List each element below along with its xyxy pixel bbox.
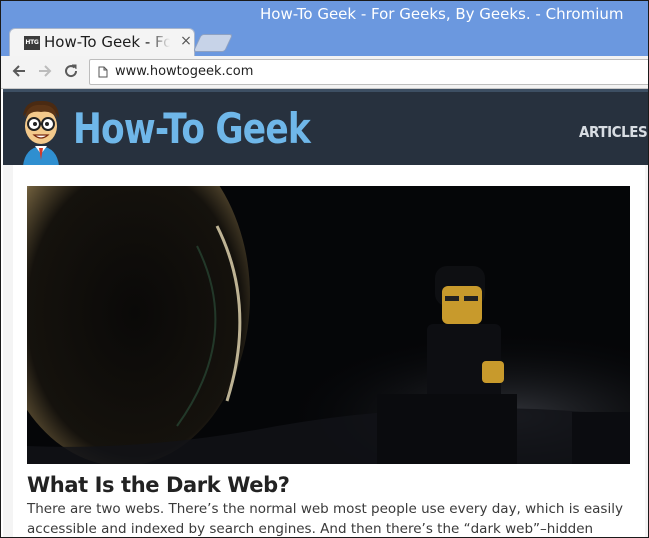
- arrow-left-icon[interactable]: [10, 62, 28, 80]
- page-icon: [98, 66, 108, 78]
- reload-icon[interactable]: [62, 62, 80, 80]
- tab-howtogeek[interactable]: HTG How-To Geek - For Geeks, By Geeks. ×: [9, 28, 195, 56]
- address-bar[interactable]: www.howtogeek.com: [89, 59, 648, 85]
- article-excerpt: There are two webs. There’s the normal w…: [27, 501, 623, 537]
- url-text: www.howtogeek.com: [115, 64, 254, 79]
- geek-mascot-icon[interactable]: [13, 96, 69, 166]
- article-card: What Is the Dark Web? There are two webs…: [13, 165, 645, 537]
- window-title: How-To Geek - For Geeks, By Geeks. - Chr…: [260, 5, 624, 23]
- site-header: How-To Geek ARTICLES⌄: [3, 89, 648, 166]
- nav-articles-menu[interactable]: ARTICLES⌄: [579, 123, 648, 141]
- tab-strip: HTG How-To Geek - For Geeks, By Geeks. ×: [1, 28, 648, 56]
- arrow-right-icon[interactable]: [36, 62, 54, 80]
- new-tab-button[interactable]: [192, 34, 234, 52]
- article-hero-image[interactable]: [27, 186, 630, 464]
- tab-title: How-To Geek - For Geeks, By Geeks.: [44, 33, 170, 51]
- title-bar: How-To Geek - For Geeks, By Geeks. - Chr…: [1, 1, 648, 28]
- site-logo-text[interactable]: How-To Geek: [73, 104, 311, 153]
- favicon-icon: HTG: [24, 36, 40, 50]
- toolbar: www.howtogeek.com: [1, 56, 648, 89]
- page-content: What Is the Dark Web? There are two webs…: [3, 165, 648, 537]
- nav-articles-label: ARTICLES: [579, 123, 648, 141]
- article-title[interactable]: What Is the Dark Web?: [27, 473, 290, 497]
- browser-window: How-To Geek - For Geeks, By Geeks. - Chr…: [0, 0, 649, 538]
- close-tab-icon[interactable]: ×: [180, 34, 192, 48]
